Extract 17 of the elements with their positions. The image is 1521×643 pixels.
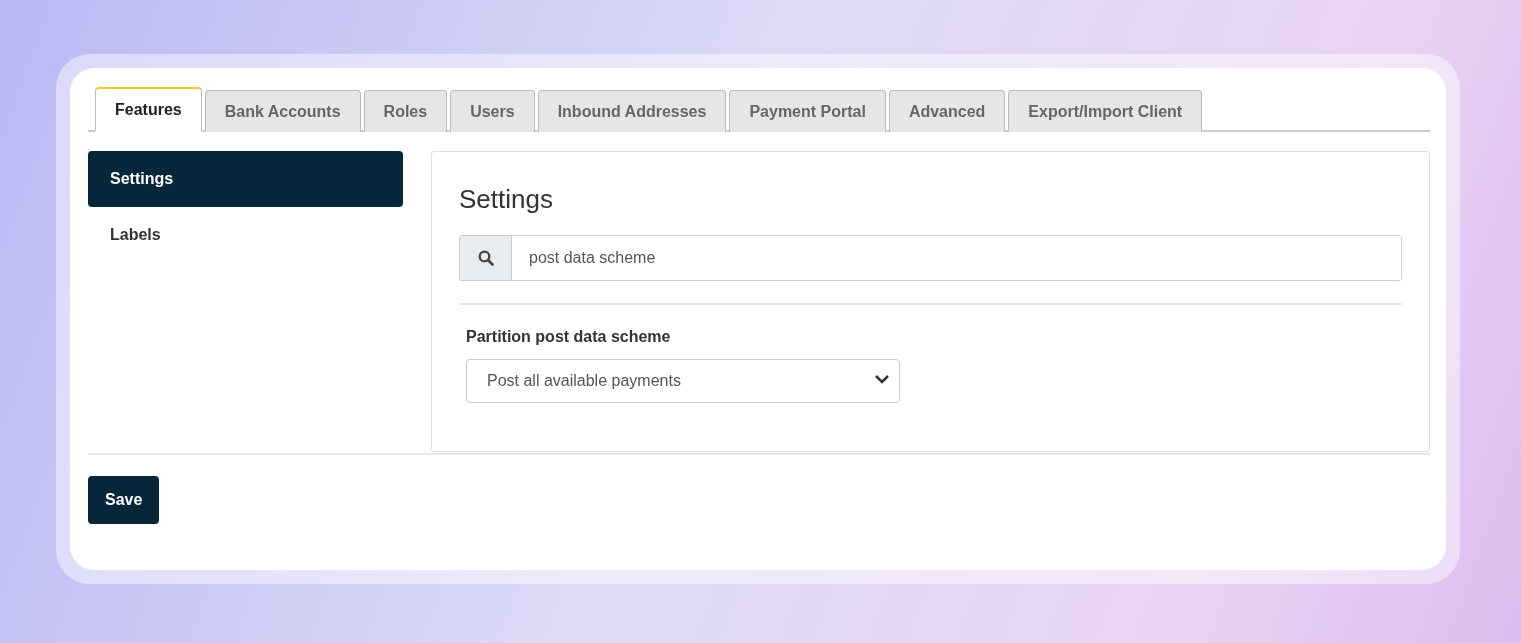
sidebar-item[interactable]: Settings — [88, 151, 403, 207]
sidebar-item[interactable]: Labels — [88, 207, 403, 263]
panel-title: Settings — [459, 183, 554, 216]
tab[interactable]: Features — [95, 87, 202, 132]
save-button[interactable]: Save — [88, 476, 160, 524]
tab[interactable]: Roles — [363, 90, 448, 132]
tab[interactable]: Users — [450, 90, 535, 132]
tab[interactable]: Advanced — [888, 90, 1006, 132]
tab[interactable]: Payment Portal — [729, 90, 886, 132]
tab[interactable]: Export/Import Client — [1008, 90, 1203, 132]
chevron-down-icon — [874, 373, 890, 385]
search-field[interactable]: post data scheme — [459, 235, 1402, 281]
tab[interactable]: Inbound Addresses — [537, 90, 727, 132]
search-icon — [477, 250, 494, 266]
dropdown[interactable]: Post all available payments — [466, 359, 900, 403]
tab[interactable]: Bank Accounts — [204, 90, 361, 132]
field-label: Partition post data scheme — [466, 327, 672, 347]
